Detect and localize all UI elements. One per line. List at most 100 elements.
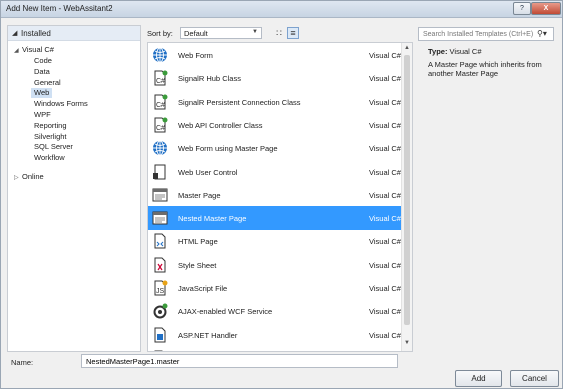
template-name: HTML Page bbox=[178, 237, 218, 247]
tree-item-web[interactable]: Web bbox=[31, 88, 53, 99]
file-name-input[interactable] bbox=[82, 355, 397, 367]
sort-by-value: Default bbox=[184, 29, 208, 38]
template-language: Visual C# bbox=[369, 190, 401, 200]
sort-by-label: Sort by: bbox=[147, 29, 173, 38]
template-name: Web Form using Master Page bbox=[178, 144, 278, 154]
template-language: Visual C# bbox=[369, 307, 401, 317]
template-name: SignalR Hub Class bbox=[178, 74, 241, 84]
template-name: Nested Master Page bbox=[178, 214, 247, 224]
template-language: Visual C# bbox=[369, 214, 401, 224]
template-row[interactable]: ASP.NET ModuleVisual C# bbox=[148, 346, 402, 351]
tree-item-workflow[interactable]: Workflow bbox=[34, 153, 65, 163]
template-name: JavaScript File bbox=[178, 284, 228, 293]
web-form-master-icon bbox=[152, 140, 168, 156]
search-placeholder: Search Installed Templates (Ctrl+E) bbox=[423, 31, 534, 38]
aspnet-handler-icon bbox=[152, 327, 168, 343]
help-button[interactable]: ? bbox=[513, 2, 531, 15]
add-new-item-dialog: Add New Item - WebAssitant2 ? X ◢ Instal… bbox=[0, 0, 563, 389]
template-row[interactable]: Style Sheet Visual C# bbox=[148, 253, 402, 277]
tree-item-sql-server[interactable]: SQL Server bbox=[34, 142, 73, 152]
template-language: Visual C# bbox=[369, 144, 401, 154]
scroll-down-icon[interactable]: ▼ bbox=[404, 340, 410, 346]
aspnet-module-icon bbox=[152, 350, 168, 351]
user-control-icon bbox=[152, 164, 168, 180]
template-search-input[interactable]: Search Installed Templates (Ctrl+E) ⚲▾ bbox=[418, 27, 554, 41]
template-language: Visual C# bbox=[369, 167, 401, 177]
tree-item-wpf[interactable]: WPF bbox=[34, 110, 51, 120]
master-page-icon bbox=[152, 187, 168, 203]
template-type: Type: Visual C# bbox=[428, 47, 482, 56]
window-title: Add New Item - WebAssitant2 bbox=[6, 4, 113, 13]
cancel-button[interactable]: Cancel bbox=[510, 370, 559, 387]
type-label: Type: bbox=[428, 47, 448, 56]
template-row[interactable]: Web Form Visual C# bbox=[148, 43, 402, 67]
template-name: Master Page bbox=[178, 190, 221, 200]
template-row[interactable]: ASP.NET Handler Visual C# bbox=[148, 323, 402, 347]
template-name: AJAX-enabled WCF Service bbox=[178, 307, 273, 317]
template-category-tree: ◢ Installed ◢ Visual C# Code Data General We… bbox=[7, 25, 141, 352]
tree-item-code[interactable]: Code bbox=[34, 56, 52, 66]
wcf-service-icon bbox=[152, 303, 168, 319]
name-label: Name: bbox=[11, 358, 34, 367]
template-name: ASP.NET Handler bbox=[178, 330, 238, 340]
nested-master-page-icon bbox=[152, 210, 168, 226]
template-row[interactable]: Web Form using Master Page Visual C# bbox=[148, 136, 402, 160]
template-language: Visual C# bbox=[369, 260, 401, 270]
scrollbar-thumb[interactable] bbox=[404, 55, 410, 325]
template-language: Visual C# bbox=[369, 237, 401, 247]
template-row[interactable]: JS JavaScript File Visual C# bbox=[148, 276, 402, 300]
list-view-icon[interactable]: ≡ bbox=[287, 27, 299, 39]
template-row[interactable]: Nested Master Page Visual C# bbox=[148, 206, 402, 231]
tree-item-general[interactable]: General bbox=[34, 78, 61, 88]
template-row[interactable]: C# Web API Controller Class Visual C# bbox=[148, 113, 402, 137]
template-language: Visual C# bbox=[369, 74, 401, 84]
template-list: Web Form Visual C# C# SignalR Hub Class Visu… bbox=[147, 42, 413, 352]
tree-item-online[interactable]: ▷ Online bbox=[14, 172, 44, 181]
html-page-icon bbox=[152, 233, 168, 249]
web-api-controller-icon: C# bbox=[152, 117, 168, 133]
template-name: Style Sheet bbox=[178, 260, 217, 270]
title-bar: Add New Item - WebAssitant2 ? X bbox=[1, 1, 562, 18]
tree-item-silverlight[interactable]: Silverlight bbox=[34, 132, 67, 142]
scroll-up-icon[interactable]: ▲ bbox=[404, 45, 410, 51]
name-row: Name: bbox=[1, 354, 562, 368]
template-name: Web API Controller Class bbox=[178, 120, 263, 130]
signalr-connection-icon: C# bbox=[152, 94, 168, 110]
tree-item-data[interactable]: Data bbox=[34, 67, 50, 77]
add-button[interactable]: Add bbox=[455, 370, 502, 387]
template-name: SignalR Persistent Connection Class bbox=[178, 97, 301, 107]
template-row[interactable]: Master Page Visual C# bbox=[148, 183, 402, 207]
template-name: Web User Control bbox=[178, 167, 238, 177]
template-language: Visual C# bbox=[369, 120, 401, 130]
tree-installed-header[interactable]: ◢ Installed bbox=[8, 26, 140, 41]
expand-arrow-icon: ▷ bbox=[14, 175, 19, 181]
grid-view-icon[interactable]: ∷ bbox=[273, 27, 285, 39]
tree-item-windows-forms[interactable]: Windows Forms bbox=[34, 99, 88, 109]
template-language: Visual C# bbox=[369, 284, 401, 293]
search-icon[interactable]: ⚲▾ bbox=[537, 29, 547, 38]
template-language: Visual C# bbox=[369, 51, 401, 60]
details-pane: Search Installed Templates (Ctrl+E) ⚲▾ T… bbox=[418, 25, 562, 352]
tree-item-visual-csharp[interactable]: ◢ Visual C# bbox=[14, 45, 54, 54]
list-scrollbar[interactable]: ▲ ▼ bbox=[401, 43, 412, 351]
tree-item-label: Online bbox=[22, 172, 44, 181]
file-name-field[interactable] bbox=[81, 354, 398, 368]
template-row[interactable]: C# SignalR Hub Class Visual C# bbox=[148, 66, 402, 90]
close-button[interactable]: X bbox=[531, 2, 561, 15]
template-row[interactable]: AJAX-enabled WCF Service Visual C# bbox=[148, 299, 402, 323]
template-name: Web Form bbox=[178, 51, 213, 60]
chevron-down-icon: ▼ bbox=[252, 29, 258, 35]
tree-item-reporting[interactable]: Reporting bbox=[34, 121, 67, 131]
template-row[interactable]: C# SignalR Persistent Connection Class Vis… bbox=[148, 90, 402, 114]
tree-installed-label: Installed bbox=[21, 29, 51, 38]
template-row[interactable]: HTML Page Visual C# bbox=[148, 229, 402, 253]
template-row[interactable]: Web User Control Visual C# bbox=[148, 160, 402, 184]
svg-text:C#: C# bbox=[156, 78, 165, 85]
collapse-arrow-icon: ◢ bbox=[12, 30, 18, 37]
sort-by-select[interactable]: Default ▼ bbox=[180, 27, 262, 39]
collapse-arrow-icon: ◢ bbox=[14, 48, 19, 54]
type-value: Visual C# bbox=[449, 47, 482, 56]
signalr-hub-icon: C# bbox=[152, 70, 168, 86]
template-description: A Master Page which inherits from anothe… bbox=[428, 60, 542, 78]
template-language: Visual C# bbox=[369, 97, 401, 107]
